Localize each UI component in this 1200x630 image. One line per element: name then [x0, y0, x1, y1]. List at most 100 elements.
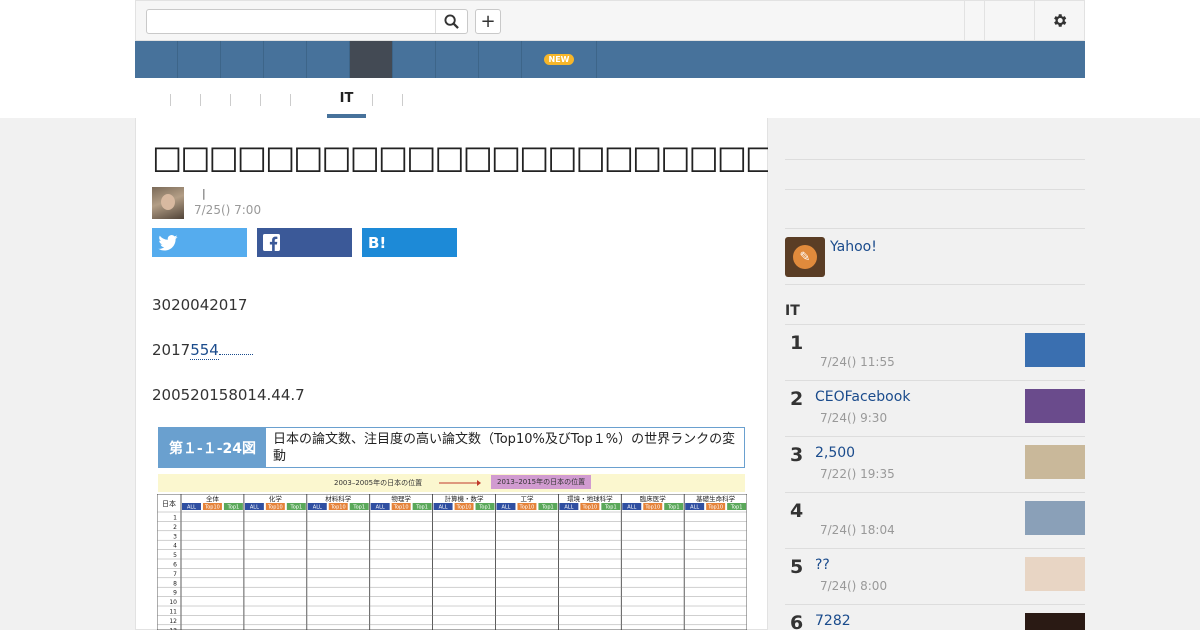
grid-subcol-label: Top1: [290, 505, 303, 511]
pen-icon: ✎: [793, 245, 817, 269]
nav-item[interactable]: [178, 41, 221, 78]
search-button[interactable]: [435, 10, 467, 33]
figure-title: 日本の論文数、注目度の高い論文数（Top10%及びTop１%）の世界ランクの変動: [273, 432, 736, 464]
settings-button[interactable]: [1034, 1, 1084, 40]
rank-thumbnail[interactable]: [1025, 501, 1085, 535]
header-slot-2[interactable]: [984, 1, 1034, 40]
ranking-item[interactable]: 2 CEOFacebook 7/24() 9:30: [785, 380, 1085, 436]
rank-thumbnail[interactable]: [1025, 557, 1085, 591]
rank-number: 6: [790, 612, 804, 630]
inline-link[interactable]: 554: [190, 341, 219, 360]
divider: [260, 94, 261, 106]
legend-new: 2013–2015年の日本の位置: [491, 475, 592, 489]
grid-subcol-label: ALL: [501, 505, 510, 511]
grid-rank-label: 12: [169, 618, 177, 625]
header-slot-1[interactable]: [964, 1, 984, 40]
search-icon: [444, 14, 459, 29]
hatena-bookmark-button[interactable]: B!: [362, 228, 457, 257]
search-box: [146, 9, 468, 34]
grid-subcol-label: Top1: [227, 505, 240, 511]
grid-subcol-label: Top10: [267, 505, 283, 511]
nav-item-active[interactable]: [350, 41, 393, 78]
grid-subcol-label: Top10: [330, 505, 346, 511]
grid-subcol-label: Top10: [707, 505, 723, 511]
nav-item[interactable]: [221, 41, 264, 78]
grid-field-label: 工学: [520, 494, 534, 503]
nav-item[interactable]: [264, 41, 307, 78]
legend-old: 2003–2005年の日本の位置: [334, 479, 423, 487]
grid-rank-label: 5: [173, 552, 177, 559]
plus-icon: +: [480, 11, 496, 32]
grid-rank-label: 8: [173, 580, 177, 587]
grid-rank-label: 7: [173, 571, 177, 578]
grid-rank-label: 4: [173, 543, 177, 550]
paragraph: 2017554: [152, 341, 253, 360]
add-button[interactable]: +: [475, 9, 501, 34]
nav-item[interactable]: [479, 41, 522, 78]
grid-frame: [157, 494, 747, 630]
nav-item[interactable]: [393, 41, 436, 78]
rank-title[interactable]: 7282: [815, 613, 851, 629]
ranking-title: IT: [785, 303, 800, 319]
promo-link[interactable]: Yahoo!: [830, 239, 877, 255]
rank-thumbnail[interactable]: [1025, 389, 1085, 423]
divider: [170, 94, 171, 106]
ranking-item[interactable]: 5?? 7/24() 8:00: [785, 548, 1085, 604]
rank-number: 3: [790, 444, 804, 466]
search-input[interactable]: [151, 12, 431, 31]
twitter-icon: [158, 234, 178, 251]
nav-item-new[interactable]: NEW: [522, 41, 597, 78]
rank-date: 7/22() 19:35: [820, 467, 895, 481]
rank-number: 4: [790, 500, 804, 522]
grid-row-label: 日本: [162, 499, 176, 508]
article-figure[interactable]: 第１-１-24図 日本の論文数、注目度の高い論文数（Top10%及びTop１%）…: [157, 426, 747, 630]
sub-nav: [135, 78, 1085, 118]
grid-rank-label: 2: [173, 524, 177, 531]
hatena-icon: B!: [368, 233, 387, 252]
grid-subcol-label: ALL: [439, 505, 448, 511]
ranking-item[interactable]: 3 2,500 7/22() 19:35: [785, 436, 1085, 492]
arrow-icon: [439, 480, 481, 486]
paragraph: 200520158014.44.7: [152, 386, 305, 404]
grid-field-label: 臨床医学: [640, 494, 667, 503]
grid-field-label: 材料科学: [325, 494, 352, 503]
ranking-item[interactable]: 4 7/24() 18:04: [785, 492, 1085, 548]
rank-title[interactable]: ??: [815, 557, 830, 573]
rank-thumbnail[interactable]: [1025, 613, 1085, 630]
rank-thumbnail[interactable]: [1025, 445, 1085, 479]
grid-subcol-label: Top10: [581, 505, 597, 511]
nav-item[interactable]: [307, 41, 350, 78]
grid-subcol-label: Top1: [352, 505, 365, 511]
grid-subcol-label: ALL: [187, 505, 196, 511]
twitter-share-button[interactable]: [152, 228, 247, 257]
nav-item[interactable]: [135, 41, 178, 78]
grid-subcol-label: Top10: [204, 505, 220, 511]
new-badge: NEW: [543, 54, 575, 65]
grid-subcol-label: Top1: [604, 505, 617, 511]
gear-icon: [1054, 14, 1067, 27]
grid-field-label: 環境・地球科学: [567, 494, 613, 503]
divider: [290, 94, 291, 106]
rank-number: 1: [790, 332, 804, 354]
paragraph: 3020042017: [152, 296, 248, 314]
divider: [785, 159, 1085, 160]
grid-rank-label: 6: [173, 562, 177, 569]
grid-subcol-label: ALL: [564, 505, 573, 511]
divider: [785, 284, 1085, 285]
promo-icon[interactable]: ✎: [785, 237, 825, 277]
facebook-share-button[interactable]: [257, 228, 352, 257]
rank-thumbnail[interactable]: [1025, 333, 1085, 367]
nav-item[interactable]: [436, 41, 479, 78]
grid-rank-label: 1: [173, 515, 177, 522]
tab-it-label: IT: [339, 91, 354, 106]
rank-date: 7/24() 18:04: [820, 523, 895, 537]
grid-subcol-label: Top1: [730, 505, 743, 511]
tab-it[interactable]: IT: [327, 78, 366, 118]
rank-title[interactable]: 2,500: [815, 445, 855, 461]
grid-subcol-label: Top10: [644, 505, 660, 511]
category-nav: NEW: [135, 41, 1085, 78]
rank-title[interactable]: CEOFacebook: [815, 389, 910, 405]
author-avatar[interactable]: [152, 187, 184, 219]
ranking-item[interactable]: 6 7282: [785, 604, 1085, 630]
ranking-item[interactable]: 1 7/24() 11:55: [785, 324, 1085, 380]
